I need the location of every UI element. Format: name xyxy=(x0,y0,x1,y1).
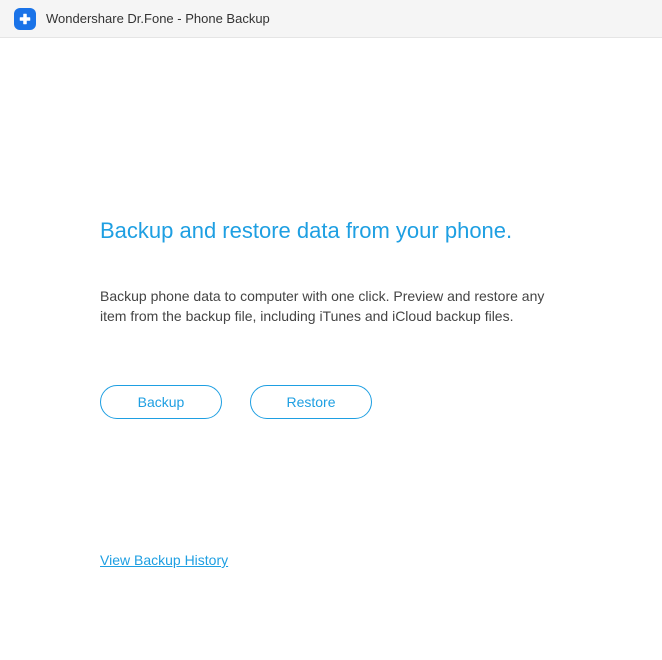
view-backup-history-link[interactable]: View Backup History xyxy=(100,552,228,568)
page-headline: Backup and restore data from your phone. xyxy=(100,218,562,244)
plus-icon xyxy=(18,12,32,26)
main-content: Backup and restore data from your phone.… xyxy=(0,38,662,419)
titlebar: Wondershare Dr.Fone - Phone Backup xyxy=(0,0,662,38)
backup-button[interactable]: Backup xyxy=(100,385,222,419)
restore-button[interactable]: Restore xyxy=(250,385,372,419)
app-icon xyxy=(14,8,36,30)
window-title: Wondershare Dr.Fone - Phone Backup xyxy=(46,11,270,26)
action-buttons: Backup Restore xyxy=(100,385,562,419)
page-description: Backup phone data to computer with one c… xyxy=(100,286,560,327)
